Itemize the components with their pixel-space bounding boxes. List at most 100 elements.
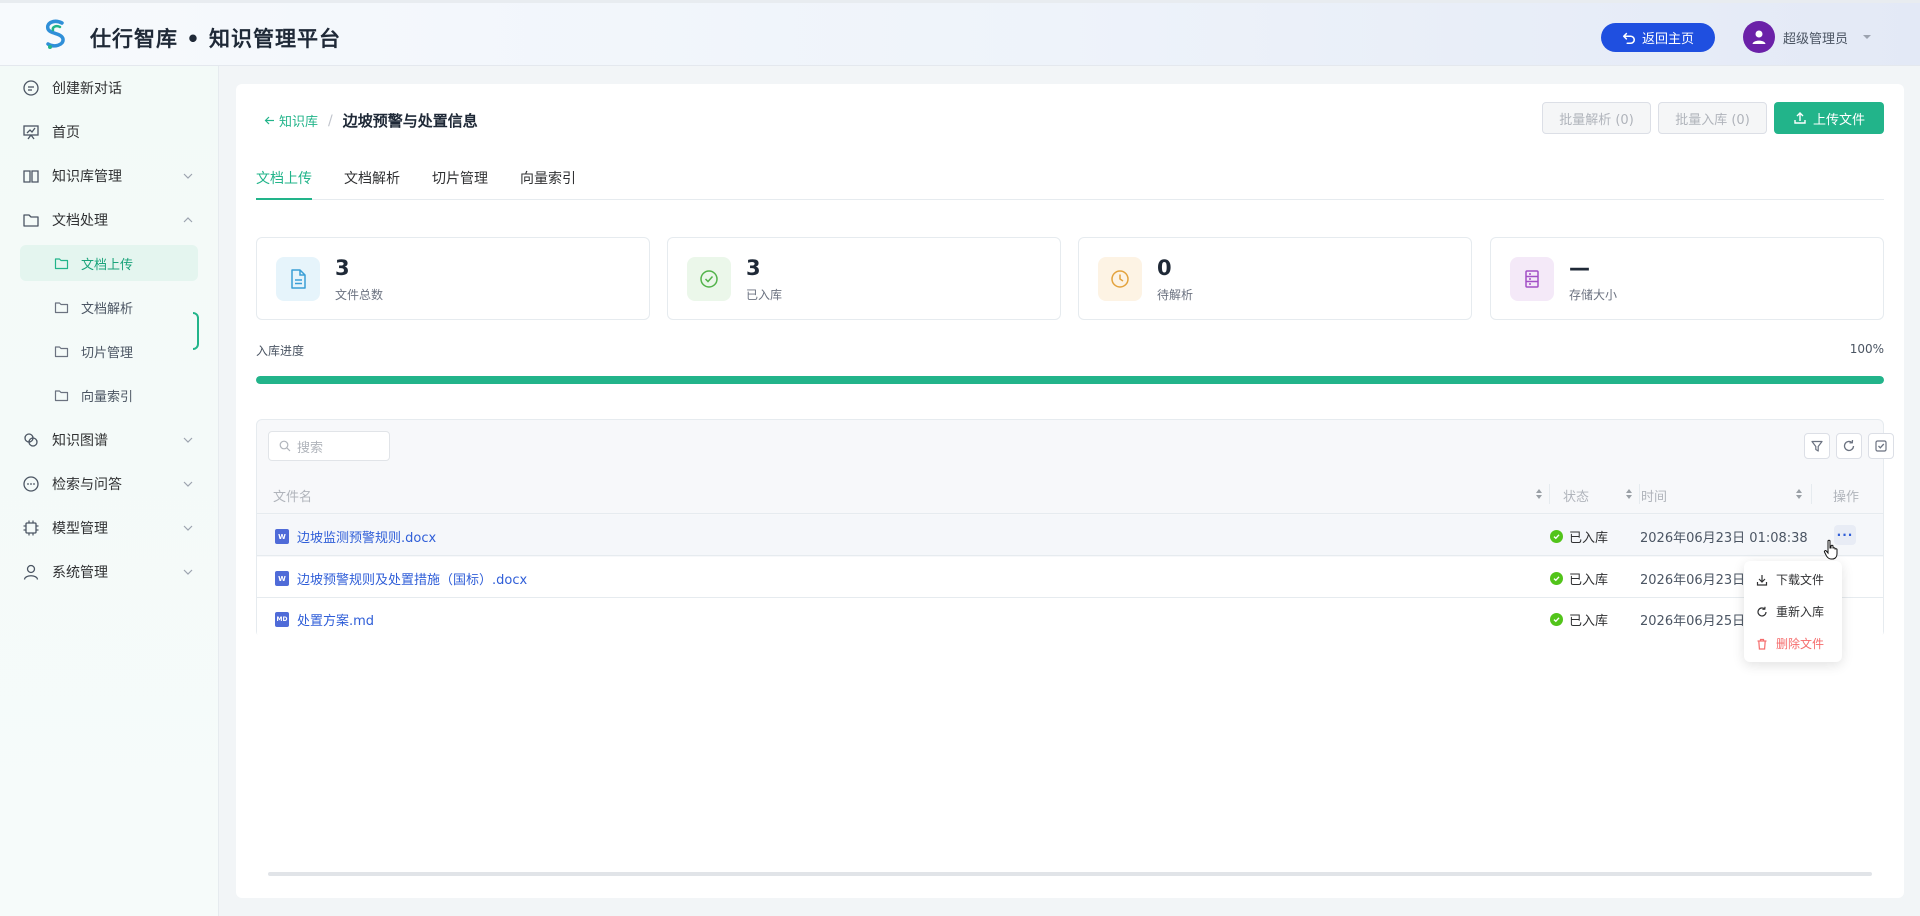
- refresh-icon: [1757, 606, 1767, 617]
- caret-down-icon: [1863, 35, 1872, 39]
- filter-icon: [1811, 440, 1823, 452]
- row-actions-menu: 下载文件 重新入库 删除文件: [1744, 561, 1842, 662]
- sidebar-item-label: 知识图谱: [52, 433, 108, 449]
- stat-value: 0: [1157, 256, 1172, 280]
- trash-icon: [1757, 638, 1767, 650]
- file-name-link[interactable]: W 边坡监测预警规则.docx: [275, 527, 436, 546]
- document-icon: [291, 269, 306, 289]
- chevron-down-icon: [183, 481, 193, 487]
- sidebar-item-home[interactable]: 首页: [0, 112, 219, 152]
- sort-icon[interactable]: [1795, 488, 1803, 500]
- logo-icon: [45, 19, 65, 49]
- column-header-time[interactable]: 时间: [1641, 486, 1667, 505]
- folder-icon: [54, 301, 69, 313]
- menu-item-delete[interactable]: 删除文件: [1756, 635, 1824, 652]
- book-icon: [23, 170, 39, 183]
- stat-label: 待解析: [1157, 288, 1194, 302]
- storage-icon: [1525, 270, 1539, 288]
- chat-icon: [23, 80, 39, 96]
- app-title: 仕行智库 • 知识管理平台: [90, 27, 342, 51]
- search-input[interactable]: 搜索: [268, 431, 390, 461]
- sidebar-item-label: 首页: [52, 125, 80, 141]
- status-text: 已入库: [1569, 614, 1609, 629]
- user-avatar-icon: [1752, 30, 1766, 44]
- markdown-file-icon: MD: [275, 612, 289, 627]
- breadcrumb-back-link[interactable]: 知识库: [264, 111, 318, 130]
- tab-chunks[interactable]: 切片管理: [432, 168, 488, 200]
- stat-card-pending: 0 待解析: [1078, 237, 1472, 320]
- search-placeholder: 搜索: [297, 440, 324, 456]
- chip-icon: [23, 520, 39, 536]
- batch-parse-button[interactable]: 批量解析 (0): [1542, 102, 1651, 134]
- sidebar-item-document-processing[interactable]: 文档处理: [0, 200, 219, 240]
- chevron-up-icon: [183, 217, 193, 223]
- check-icon: [1553, 617, 1560, 623]
- tab-vector-index[interactable]: 向量索引: [520, 168, 576, 200]
- upload-file-button[interactable]: 上传文件: [1774, 102, 1884, 134]
- arrow-left-icon: [264, 116, 274, 125]
- tab-upload[interactable]: 文档上传: [256, 168, 312, 200]
- file-name: 处置方案.md: [297, 614, 375, 629]
- sidebar-subitem-vector-index[interactable]: 向量索引: [20, 377, 198, 413]
- sidebar-item-system-management[interactable]: 系统管理: [0, 552, 219, 592]
- file-table: 搜索 文件名 状态 时间 操作 W 边坡监测预警规则.docx 已入库 2026…: [256, 419, 1894, 639]
- file-name: 边坡预警规则及处置措施（国标）.docx: [297, 573, 528, 588]
- progress-label: 入库进度: [256, 344, 305, 358]
- progress-bar: [256, 376, 1884, 384]
- checkbox-icon: [1875, 440, 1887, 452]
- sidebar-subitem-label: 文档上传: [81, 257, 134, 273]
- status-text: 已入库: [1569, 573, 1609, 588]
- menu-item-reimport[interactable]: 重新入库: [1756, 603, 1824, 620]
- sidebar-item-new-chat[interactable]: 创建新对话: [0, 68, 219, 108]
- sidebar-subitem-parse[interactable]: 文档解析: [20, 289, 198, 325]
- table-row[interactable]: W 边坡预警规则及处置措施（国标）.docx 已入库 2026年06月23日: [257, 557, 1883, 598]
- chevron-down-icon: [183, 173, 193, 179]
- upload-time: 2026年06月23日 01:08:38: [1640, 531, 1808, 546]
- upload-time: 2026年06月23日: [1640, 573, 1746, 588]
- word-file-icon: W: [275, 571, 289, 586]
- horizontal-scrollbar[interactable]: [268, 872, 1872, 876]
- batch-import-button[interactable]: 批量入库 (0): [1658, 102, 1767, 134]
- return-home-button[interactable]: 返回主页: [1601, 23, 1715, 52]
- status-badge: 已入库: [1550, 527, 1608, 546]
- upload-icon: [1794, 112, 1806, 124]
- sidebar-item-knowledge-base[interactable]: 知识库管理: [0, 156, 219, 196]
- download-icon: [1756, 574, 1768, 586]
- stat-card-imported: 3 已入库: [667, 237, 1061, 320]
- upload-file-label: 上传文件: [1812, 112, 1865, 128]
- column-header-filename[interactable]: 文件名: [273, 486, 312, 505]
- column-header-status[interactable]: 状态: [1563, 486, 1589, 505]
- top-header: 仕行智库 • 知识管理平台 返回主页 超级管理员: [0, 0, 1920, 66]
- check-icon: [1553, 534, 1560, 540]
- sidebar-item-search-qa[interactable]: 检索与问答: [0, 464, 219, 504]
- tab-parse[interactable]: 文档解析: [344, 168, 400, 200]
- sidebar-subitem-upload[interactable]: 文档上传: [20, 245, 198, 281]
- sort-icon[interactable]: [1625, 488, 1633, 500]
- return-icon: [1622, 32, 1636, 44]
- file-name-link[interactable]: MD 处置方案.md: [275, 610, 374, 629]
- sidebar-item-model-management[interactable]: 模型管理: [0, 508, 219, 548]
- sort-icon[interactable]: [1535, 488, 1543, 500]
- menu-item-label: 下载文件: [1776, 573, 1825, 587]
- sidebar-item-label: 系统管理: [52, 565, 108, 581]
- stat-label: 已入库: [746, 288, 783, 302]
- return-home-label: 返回主页: [1641, 32, 1694, 47]
- filter-button[interactable]: [1804, 433, 1830, 459]
- sidebar-item-label: 知识库管理: [52, 169, 122, 185]
- menu-item-download[interactable]: 下载文件: [1756, 571, 1824, 588]
- select-mode-button[interactable]: [1868, 433, 1894, 459]
- stat-value: 3: [746, 256, 761, 280]
- sidebar-item-knowledge-graph[interactable]: 知识图谱: [0, 420, 219, 460]
- user-menu[interactable]: 超级管理员: [1743, 21, 1872, 53]
- table-row[interactable]: MD 处置方案.md 已入库 2026年06月25日: [257, 598, 1883, 639]
- sidebar-item-label: 文档处理: [52, 213, 108, 229]
- file-name: 边坡监测预警规则.docx: [297, 531, 437, 546]
- page-title: 边坡预警与处置信息: [342, 112, 478, 130]
- table-row[interactable]: W 边坡监测预警规则.docx 已入库 2026年06月23日 01:08:38…: [257, 515, 1883, 556]
- file-name-link[interactable]: W 边坡预警规则及处置措施（国标）.docx: [275, 569, 527, 588]
- stat-value: 3: [335, 256, 350, 280]
- breadcrumb-separator: /: [328, 112, 333, 129]
- sidebar-subitem-chunks[interactable]: 切片管理: [20, 333, 198, 369]
- refresh-button[interactable]: [1836, 433, 1862, 459]
- upload-time: 2026年06月25日: [1640, 614, 1746, 629]
